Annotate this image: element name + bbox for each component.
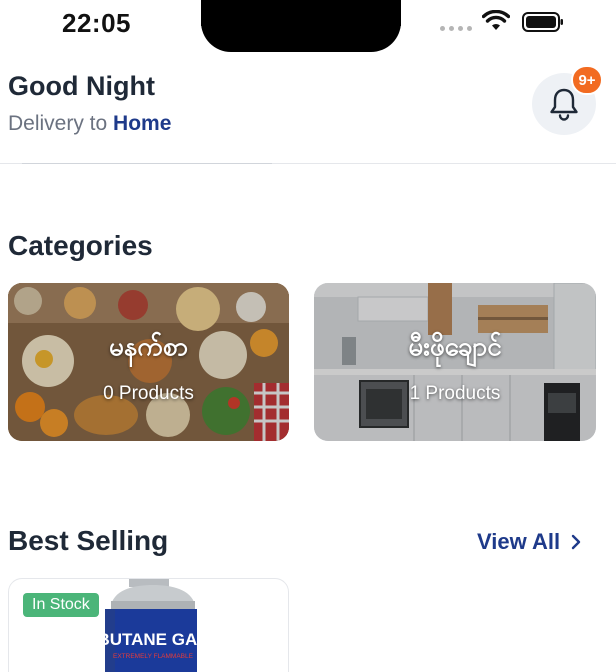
greeting-text: Good Night [8, 71, 155, 101]
butane-gas-can-image: BUTANE GAS EXTREMELY FLAMMABLE [105, 579, 201, 672]
category-card-kitchen[interactable]: မီးဖိုချောင် 1 Products [314, 283, 596, 441]
wifi-icon [482, 10, 510, 30]
categories-title: Categories [8, 230, 153, 261]
product-image-subtext: EXTREMELY FLAMMABLE [113, 653, 194, 660]
category-card-breakfast[interactable]: မနက်စာ 0 Products [8, 283, 289, 441]
notification-badge: 9+ [571, 65, 603, 95]
product-image-text: BUTANE GAS [105, 630, 201, 649]
category-product-count: 1 Products [409, 383, 501, 404]
category-product-count: 0 Products [103, 383, 194, 404]
best-selling-title: Best Selling [8, 525, 169, 556]
stock-status-badge: In Stock [23, 593, 99, 617]
signal-dots-icon [440, 26, 472, 31]
category-name: မီးဖိုချောင် [408, 331, 502, 361]
status-bar: 22:05 [0, 0, 616, 52]
bell-icon [550, 88, 578, 121]
view-all-link[interactable]: View All [477, 529, 582, 555]
category-name: မနက်စာ [108, 331, 189, 361]
header-divider-accent [22, 163, 272, 164]
product-card[interactable]: BUTANE GAS EXTREMELY FLAMMABLE In Stock [8, 578, 289, 672]
view-all-label: View All [477, 529, 561, 554]
chevron-right-icon [571, 534, 581, 550]
battery-icon [522, 12, 563, 32]
delivery-location-name[interactable]: Home [113, 112, 171, 135]
dynamic-island [201, 0, 401, 52]
status-time: 22:05 [62, 8, 131, 38]
delivery-prefix: Delivery to [8, 112, 108, 135]
delivery-location[interactable]: Delivery to Home [8, 112, 171, 136]
